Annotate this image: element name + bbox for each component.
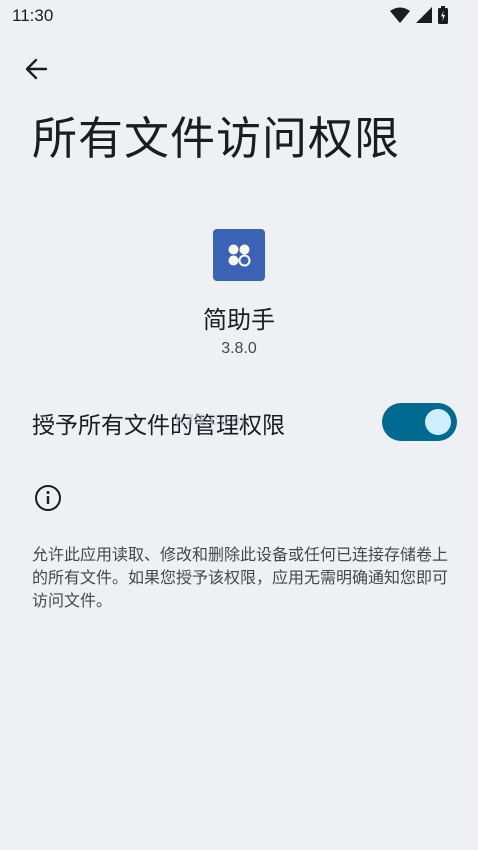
app-icon (213, 229, 265, 281)
status-time: 11:30 (12, 6, 54, 25)
permission-description: 允许此应用读取、修改和删除此设备或任何已连接存储卷上的所有文件。如果您授予该权限… (32, 545, 449, 610)
arrow-back-icon (20, 58, 54, 88)
app-name: 简助手 (203, 306, 275, 334)
page-title: 所有文件访问权限 (32, 112, 401, 165)
permission-label: 授予所有文件的管理权限 (32, 413, 285, 439)
signal-icon (416, 7, 432, 23)
app-version: 3.8.0 (221, 340, 257, 357)
info-icon (34, 484, 62, 512)
back-button[interactable] (20, 54, 54, 84)
status-icons (390, 6, 448, 24)
permission-toggle[interactable] (382, 403, 457, 441)
watermark: k73.com (175, 412, 247, 429)
status-bar: 11:30 (0, 0, 478, 34)
wifi-icon (390, 7, 410, 23)
battery-icon (438, 6, 448, 24)
toggle-thumb (425, 409, 451, 435)
